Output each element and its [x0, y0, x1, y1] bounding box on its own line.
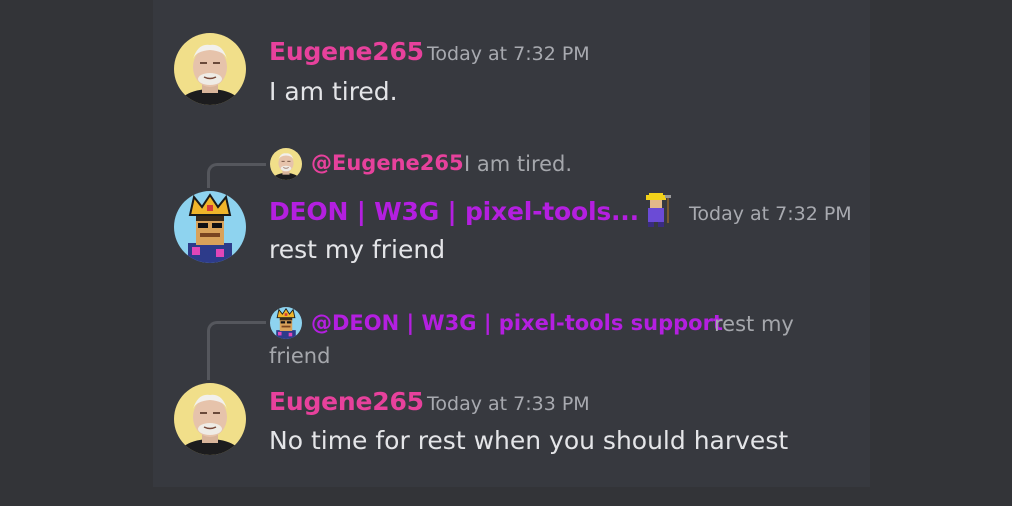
message-content: No time for rest when you should harvest: [269, 426, 789, 455]
avatar-deon[interactable]: [174, 191, 246, 263]
reply-avatar[interactable]: [270, 307, 302, 339]
reply-mention[interactable]: @Eugene265: [311, 151, 464, 175]
message-timestamp: Today at 7:32 PM: [427, 43, 590, 65]
message-timestamp: Today at 7:33 PM: [427, 393, 590, 415]
old-man-avatar-icon: [174, 383, 246, 455]
reply-preview-continued[interactable]: friend: [269, 344, 330, 368]
message-content: rest my friend: [269, 235, 446, 264]
avatar-eugene265[interactable]: [174, 33, 246, 105]
farmer-emoji-icon[interactable]: [640, 193, 674, 229]
reply-avatar[interactable]: [270, 148, 302, 180]
message-author[interactable]: DEON | W3G | pixel-tools...: [269, 197, 639, 226]
message-author[interactable]: Eugene265: [269, 37, 424, 66]
avatar-eugene265[interactable]: [174, 383, 246, 455]
message-author[interactable]: Eugene265: [269, 387, 424, 416]
reply-preview[interactable]: rest my: [714, 312, 794, 336]
reply-mention[interactable]: @DEON | W3G | pixel-tools support: [311, 311, 723, 335]
old-man-avatar-icon: [174, 33, 246, 105]
message-timestamp: Today at 7:32 PM: [689, 203, 852, 225]
reply-spine: [207, 163, 266, 188]
reply-spine: [207, 321, 266, 380]
old-man-avatar-icon: [270, 148, 302, 180]
reply-preview[interactable]: I am tired.: [464, 152, 572, 176]
pixel-king-avatar-icon: [270, 307, 302, 339]
message-content: I am tired.: [269, 77, 398, 106]
pixel-king-avatar-icon: [174, 191, 246, 263]
